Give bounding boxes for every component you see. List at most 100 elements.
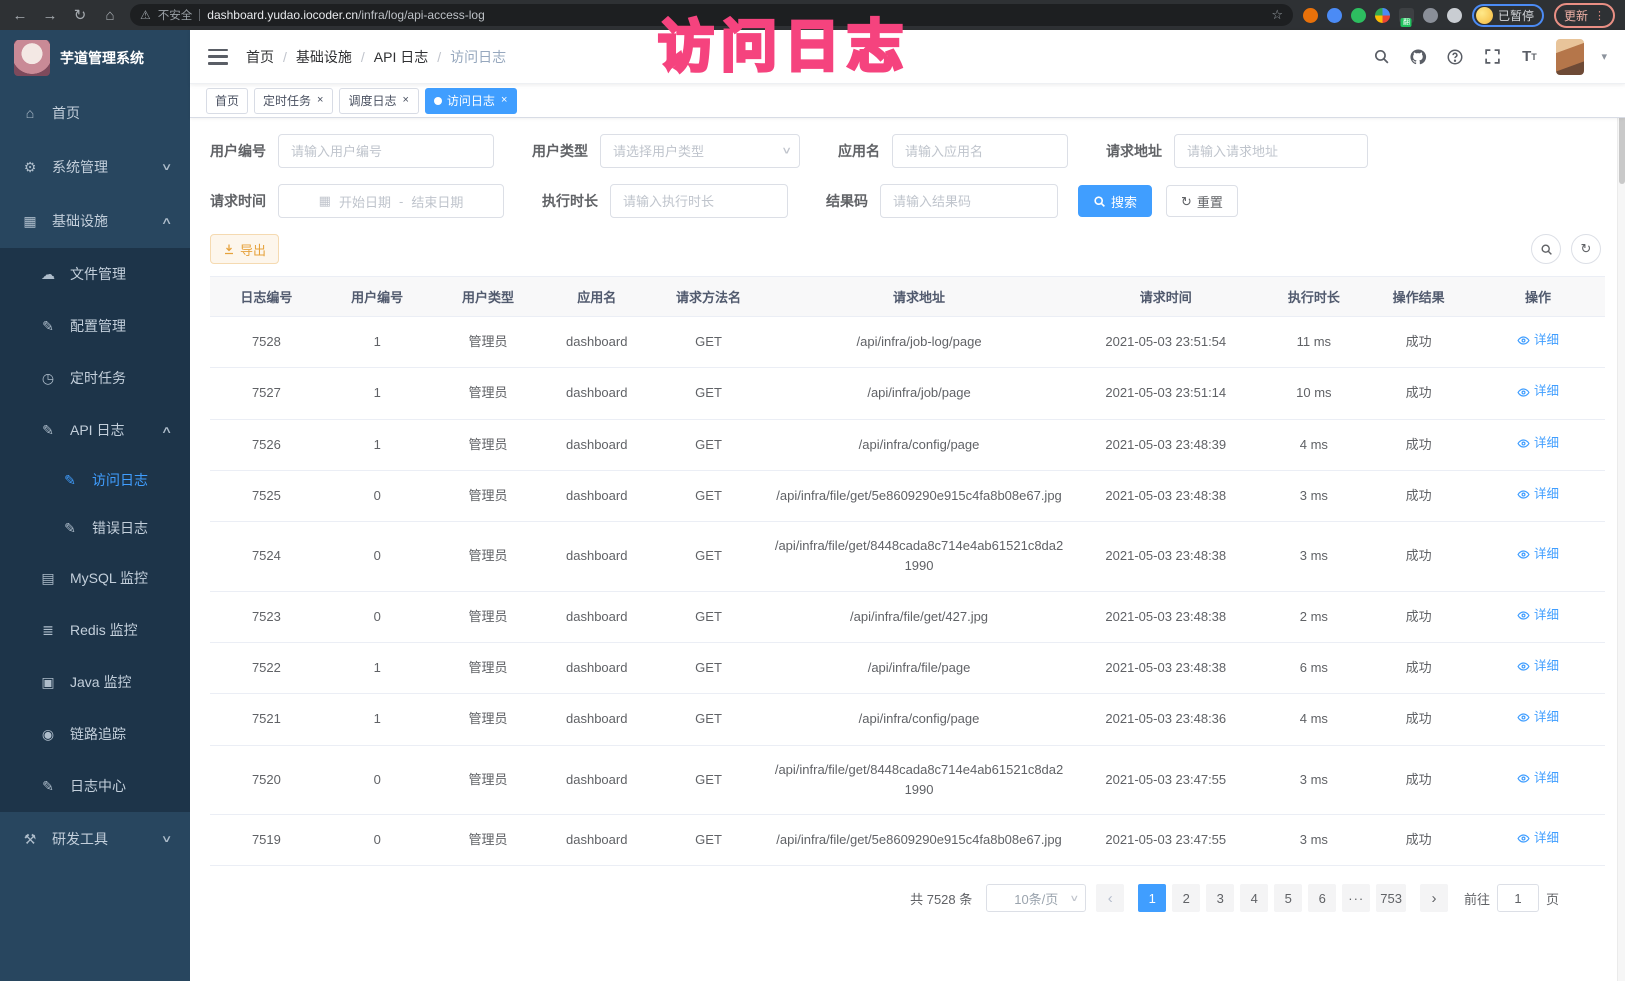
colorful-extension-icon[interactable] — [1375, 8, 1390, 23]
location-extension-icon[interactable] — [1327, 8, 1342, 23]
detail-link[interactable]: 详细 — [1517, 829, 1559, 848]
sidebar-item-job[interactable]: ◷定时任务 — [0, 352, 190, 404]
browser-reload-icon[interactable]: ↻ — [70, 8, 90, 23]
font-size-icon[interactable]: TT — [1519, 47, 1539, 67]
reset-button-label: 重置 — [1197, 192, 1223, 211]
page-size-select[interactable]: 10条/页 ∨ — [986, 884, 1086, 912]
page-button-1[interactable]: 1 — [1138, 884, 1166, 912]
request-time-range-picker[interactable]: ▦ 开始日期 - 结束日期 — [278, 184, 504, 218]
browser-back-icon[interactable]: ← — [10, 8, 30, 23]
cell-method: GET — [649, 522, 768, 591]
breadcrumb-item[interactable]: 首页 — [246, 47, 274, 67]
sidebar-item-file[interactable]: ☁文件管理 — [0, 248, 190, 300]
browser-home-icon[interactable]: ⌂ — [100, 8, 120, 23]
cell-user-id: 1 — [323, 694, 432, 745]
github-icon[interactable] — [1408, 47, 1428, 67]
goto-page-input[interactable] — [1497, 884, 1539, 912]
sidebar-item-home[interactable]: ⌂首页 — [0, 86, 190, 140]
export-button[interactable]: 导出 — [210, 234, 279, 264]
gray-extension-icon[interactable] — [1423, 8, 1438, 23]
tag-访问日志[interactable]: 访问日志× — [425, 88, 517, 114]
detail-link[interactable]: 详细 — [1517, 434, 1559, 453]
app-name-input[interactable] — [892, 134, 1068, 168]
close-icon[interactable]: × — [401, 94, 409, 107]
page-ellipsis[interactable]: ··· — [1342, 884, 1370, 912]
sidebar-item-mysql[interactable]: ▤MySQL 监控 — [0, 552, 190, 604]
browser-profile-button[interactable]: 已暂停 — [1472, 4, 1544, 27]
prev-page-button[interactable]: ‹ — [1096, 884, 1124, 912]
page-button-5[interactable]: 5 — [1274, 884, 1302, 912]
cell-app: dashboard — [544, 419, 649, 470]
column-header: 操作 — [1471, 277, 1605, 317]
browser-update-button[interactable]: 更新 ⋮ — [1554, 3, 1615, 28]
search-button[interactable]: 搜索 — [1078, 185, 1152, 217]
browser-address-bar[interactable]: ⚠ 不安全 dashboard.yudao.iocoder.cn/infra/l… — [130, 4, 1293, 26]
result-code-input[interactable] — [880, 184, 1058, 218]
user-type-select[interactable] — [600, 134, 800, 168]
reset-button[interactable]: ↻ 重置 — [1166, 185, 1238, 217]
sidebar-item-log-center[interactable]: ✎日志中心 — [0, 760, 190, 812]
sidebar-logo-row[interactable]: 芋道管理系统 — [0, 30, 190, 86]
detail-link[interactable]: 详细 — [1517, 545, 1559, 564]
cell-time: 2021-05-03 23:47:55 — [1070, 745, 1261, 814]
close-icon[interactable]: × — [500, 94, 508, 107]
bookmark-star-icon[interactable]: ☆ — [1271, 7, 1283, 23]
hamburger-icon[interactable] — [208, 49, 228, 65]
breadcrumb-item[interactable]: 基础设施 — [296, 47, 352, 67]
search-icon[interactable] — [1371, 47, 1391, 67]
sidebar-item-config[interactable]: ✎配置管理 — [0, 300, 190, 352]
cell-app: dashboard — [544, 522, 649, 591]
browser-chrome: ← → ↻ ⌂ ⚠ 不安全 dashboard.yudao.iocoder.cn… — [0, 0, 1625, 30]
browser-forward-icon[interactable]: → — [40, 8, 60, 23]
detail-link[interactable]: 详细 — [1517, 606, 1559, 625]
detail-link[interactable]: 详细 — [1517, 382, 1559, 401]
cell-url: /api/infra/config/page — [768, 694, 1070, 745]
user-id-input[interactable] — [278, 134, 494, 168]
duration-input[interactable] — [610, 184, 788, 218]
fullscreen-icon[interactable] — [1482, 47, 1502, 67]
breadcrumb-item[interactable]: API 日志 — [374, 47, 428, 67]
translate-extension-icon[interactable]: 翻 — [1399, 8, 1414, 23]
help-icon[interactable] — [1445, 47, 1465, 67]
sidebar-item-api-log[interactable]: ✎API 日志∧ — [0, 404, 190, 456]
page-button-4[interactable]: 4 — [1240, 884, 1268, 912]
page-button-753[interactable]: 753 — [1376, 884, 1406, 912]
sidebar-item-infra[interactable]: ▦基础设施∧ — [0, 194, 190, 248]
page-button-3[interactable]: 3 — [1206, 884, 1234, 912]
detail-link[interactable]: 详细 — [1517, 485, 1559, 504]
tag-定时任务[interactable]: 定时任务× — [254, 88, 333, 114]
refresh-table-button[interactable]: ↻ — [1571, 234, 1601, 264]
chevron-down-icon[interactable]: ▾ — [1601, 50, 1607, 63]
sidebar-item-access-log[interactable]: ✎访问日志 — [0, 456, 190, 504]
close-icon[interactable]: × — [316, 94, 324, 107]
request-url-input[interactable] — [1174, 134, 1368, 168]
cell-id: 7524 — [210, 522, 323, 591]
detail-link[interactable]: 详细 — [1517, 769, 1559, 788]
tag-调度日志[interactable]: 调度日志× — [339, 88, 418, 114]
orange-extension-icon[interactable] — [1303, 8, 1318, 23]
cell-action: 详细 — [1471, 317, 1605, 368]
wechat-extension-icon[interactable] — [1351, 8, 1366, 23]
page-button-6[interactable]: 6 — [1308, 884, 1336, 912]
sidebar-item-system[interactable]: ⚙系统管理∨ — [0, 140, 190, 194]
detail-link[interactable]: 详细 — [1517, 657, 1559, 676]
user-avatar[interactable] — [1556, 39, 1584, 75]
sidebar-item-dev-tools[interactable]: ⚒研发工具∨ — [0, 812, 190, 866]
toggle-search-button[interactable] — [1531, 234, 1561, 264]
detail-link[interactable]: 详细 — [1517, 331, 1559, 350]
sidebar-item-label: Redis 监控 — [70, 620, 138, 640]
detail-link[interactable]: 详细 — [1517, 708, 1559, 727]
browser-menu-icon[interactable]: ⋮ — [1594, 9, 1605, 22]
sidebar-item-label: MySQL 监控 — [70, 568, 148, 588]
sidebar-item-trace[interactable]: ◉链路追踪 — [0, 708, 190, 760]
sidebar-item-redis[interactable]: ≣Redis 监控 — [0, 604, 190, 656]
next-page-button[interactable]: › — [1420, 884, 1448, 912]
tag-首页[interactable]: 首页 — [206, 88, 248, 114]
cell-url: /api/infra/job/page — [768, 368, 1070, 419]
scrollbar[interactable] — [1617, 30, 1625, 981]
sidebar-item-error-log[interactable]: ✎错误日志 — [0, 504, 190, 552]
cell-result: 成功 — [1366, 470, 1471, 521]
page-button-2[interactable]: 2 — [1172, 884, 1200, 912]
sidebar-item-java[interactable]: ▣Java 监控 — [0, 656, 190, 708]
puzzle-extension-icon[interactable] — [1447, 8, 1462, 23]
